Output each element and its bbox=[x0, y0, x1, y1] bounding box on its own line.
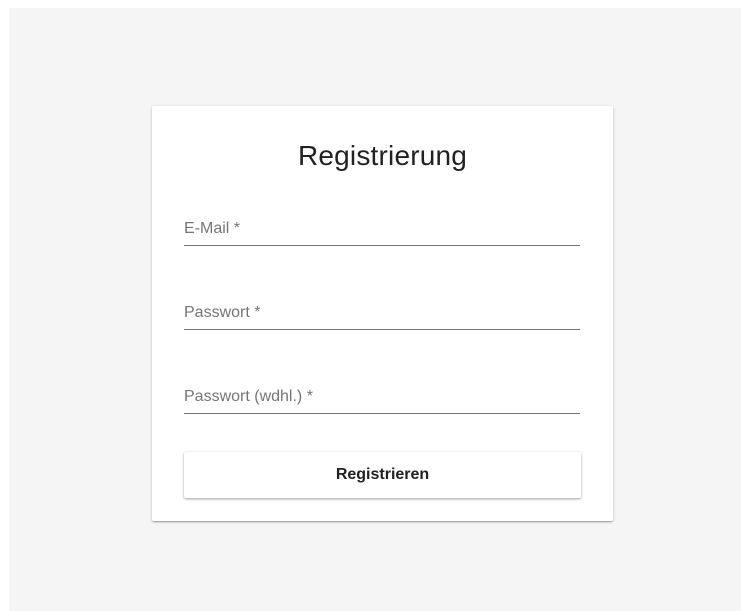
password-underline bbox=[184, 329, 580, 330]
email-input[interactable] bbox=[184, 214, 580, 244]
password-field[interactable]: Passwort * bbox=[184, 298, 580, 330]
password-repeat-input[interactable] bbox=[184, 382, 580, 412]
password-repeat-underline bbox=[184, 413, 580, 414]
page-background: Registrierung E-Mail * Passwort * Passwo… bbox=[9, 8, 741, 611]
password-input[interactable] bbox=[184, 298, 580, 328]
password-repeat-field[interactable]: Passwort (wdhl.) * bbox=[184, 382, 580, 414]
email-underline bbox=[184, 245, 580, 246]
email-field[interactable]: E-Mail * bbox=[184, 214, 580, 246]
form-title: Registrierung bbox=[297, 140, 468, 171]
registration-card: Registrierung E-Mail * Passwort * Passwo… bbox=[152, 106, 613, 521]
register-button[interactable]: Registrieren bbox=[184, 452, 581, 498]
